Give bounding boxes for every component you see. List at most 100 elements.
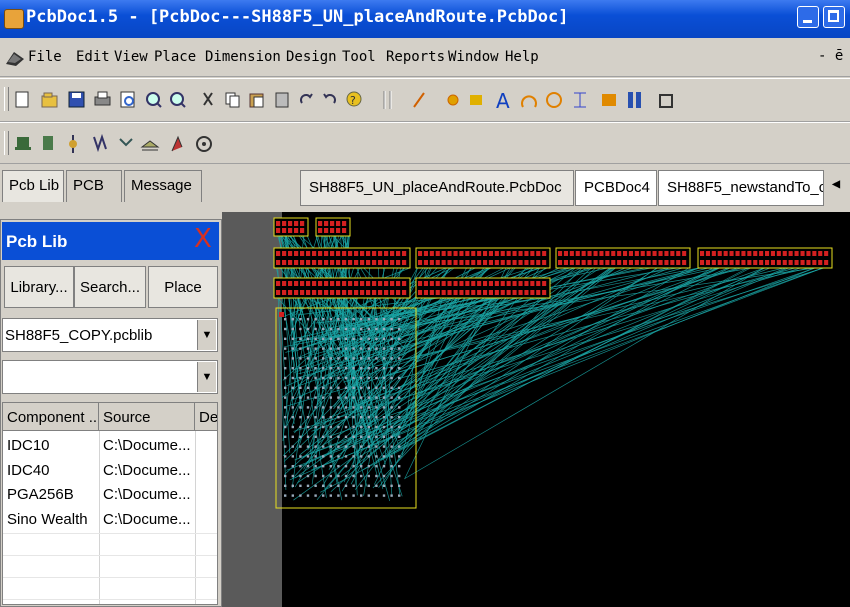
pga-pin <box>314 445 317 448</box>
print-icon <box>94 91 111 106</box>
toolbar-grip[interactable] <box>4 131 9 155</box>
table-row[interactable]: PGA256B C:\Docume... <box>3 484 217 506</box>
pad <box>429 260 434 265</box>
menu-help[interactable]: Help <box>505 49 539 65</box>
pad <box>396 290 401 295</box>
pga-pin <box>375 474 378 478</box>
pad <box>652 260 657 265</box>
pad <box>640 260 645 265</box>
undo-icon <box>300 93 313 104</box>
library-button[interactable]: Library... <box>4 266 74 308</box>
pad <box>336 260 341 265</box>
pga-pin <box>352 367 355 370</box>
pad <box>812 251 817 256</box>
pad <box>611 260 616 265</box>
pga-pin <box>382 318 386 321</box>
menu-file[interactable]: File <box>28 49 62 65</box>
pga-pin <box>367 484 370 487</box>
pad <box>282 228 287 233</box>
pad <box>360 260 365 265</box>
tab-pcb-lib[interactable]: Pcb Lib <box>2 170 64 202</box>
pga-pin <box>375 455 378 458</box>
menu-view[interactable]: View <box>114 49 148 65</box>
pga-pin <box>329 465 332 468</box>
maximize-button[interactable] <box>823 6 845 28</box>
document-menu-icon[interactable] <box>6 50 24 66</box>
pga-pin <box>299 435 302 438</box>
menu-tool[interactable]: Tool <box>342 49 376 65</box>
pad <box>294 260 299 265</box>
place-button[interactable]: Place <box>148 266 218 308</box>
column-header-component[interactable]: Component ... <box>3 403 99 431</box>
pga-pin <box>284 445 287 448</box>
pad <box>336 228 341 233</box>
pad <box>324 221 329 226</box>
tabs-scroll-left-icon[interactable]: ◀ <box>826 176 846 198</box>
table-row[interactable]: IDC10 C:\Docume... <box>3 435 217 457</box>
pga-pin <box>360 474 363 478</box>
pad <box>294 221 299 226</box>
pad <box>276 251 281 256</box>
pad <box>429 290 434 295</box>
menu-reports[interactable]: Reports <box>386 49 445 65</box>
table-row[interactable]: Sino Wealth C:\Docume... <box>3 509 217 531</box>
pga-pin <box>299 376 302 380</box>
pad <box>324 251 329 256</box>
tab-pcb[interactable]: PCB <box>66 170 122 202</box>
menu-place[interactable]: Place <box>154 49 196 65</box>
pad <box>605 260 610 265</box>
column-header-description[interactable]: De <box>195 403 217 431</box>
menu-window[interactable]: Window <box>448 49 499 65</box>
pga-pin <box>398 465 401 468</box>
pga-pin <box>375 484 378 487</box>
pga-pin <box>398 474 401 478</box>
pad <box>593 260 598 265</box>
pga-pin <box>329 406 332 409</box>
pad <box>634 260 639 265</box>
menu-design[interactable]: Design <box>286 49 337 65</box>
pga-pin <box>299 396 302 399</box>
pad <box>800 251 805 256</box>
pcb-board-drawing[interactable] <box>222 212 850 607</box>
library-select[interactable]: SH88F5_COPY.pcblib ▼ <box>2 318 218 352</box>
pad <box>569 251 574 256</box>
pad <box>471 290 476 295</box>
pga-pin <box>390 465 393 468</box>
pga-pin <box>367 474 370 478</box>
pga-pin <box>306 406 310 409</box>
table-row[interactable]: IDC40 C:\Docume... <box>3 460 217 482</box>
search-button[interactable]: Search... <box>74 266 146 308</box>
pad <box>483 281 488 286</box>
pad <box>378 260 383 265</box>
pga-pin <box>337 386 340 389</box>
pad <box>294 251 299 256</box>
column-header-source[interactable]: Source <box>99 403 195 431</box>
pga-pin <box>398 357 401 360</box>
menu-dimension[interactable]: Dimension <box>205 49 281 65</box>
pad <box>664 260 669 265</box>
pga-pin <box>390 337 393 340</box>
doc-tab-placeandroute[interactable]: SH88F5_UN_placeAndRoute.PcbDoc <box>300 170 574 206</box>
menu-edit[interactable]: Edit <box>76 49 110 65</box>
tab-message[interactable]: Message <box>124 170 202 202</box>
panel-close-button[interactable]: X <box>194 224 212 254</box>
doc-tab-pcbdoc4[interactable]: PCBDoc4 <box>575 170 657 206</box>
toolbar-grip[interactable] <box>4 87 9 111</box>
pga-pin <box>291 327 294 331</box>
mdi-restore-button[interactable]: - ē <box>818 48 843 64</box>
pga-pin <box>306 367 310 370</box>
pga-pin <box>398 445 401 448</box>
minimize-button[interactable] <box>797 6 819 28</box>
pga-pin <box>344 494 348 497</box>
pga-pin <box>352 465 355 468</box>
app-icon[interactable] <box>4 9 24 29</box>
dropdown-arrow-icon[interactable]: ▼ <box>197 362 216 392</box>
dropdown-arrow-icon[interactable]: ▼ <box>197 320 216 350</box>
pad <box>500 281 505 286</box>
doc-tab-newstand[interactable]: SH88F5_newstandTo_c <box>658 170 824 206</box>
svg-text:A: A <box>496 89 510 111</box>
pad <box>581 251 586 256</box>
filter-select[interactable]: ▼ <box>2 360 218 394</box>
pad <box>282 251 287 256</box>
pad <box>435 290 440 295</box>
